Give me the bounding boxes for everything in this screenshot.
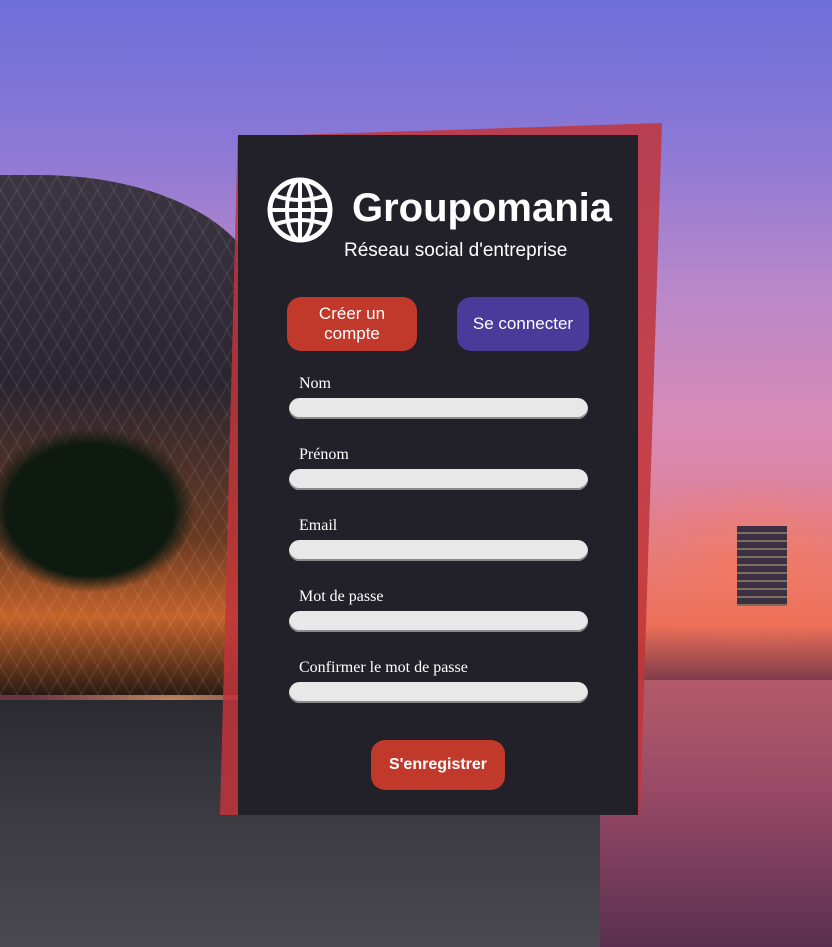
globe-icon xyxy=(267,177,333,243)
password-label: Mot de passe xyxy=(299,588,384,605)
confirm-password-input[interactable] xyxy=(289,682,588,703)
create-account-tab[interactable]: Créer un compte xyxy=(287,297,417,351)
confirm-password-label: Confirmer le mot de passe xyxy=(299,659,468,676)
email-label: Email xyxy=(299,517,338,534)
brand-header: Groupomania xyxy=(266,176,626,246)
background-tower xyxy=(737,526,787,606)
background-trees xyxy=(0,390,250,660)
nom-label: Nom xyxy=(299,375,331,392)
nom-input[interactable] xyxy=(289,398,588,419)
prenom-label: Prénom xyxy=(299,446,349,463)
email-input[interactable] xyxy=(289,540,588,561)
password-input[interactable] xyxy=(289,611,588,632)
app-subtitle: Réseau social d'entreprise xyxy=(344,240,568,261)
prenom-input[interactable] xyxy=(289,469,588,490)
login-tab[interactable]: Se connecter xyxy=(457,297,589,351)
register-button[interactable]: S'enregistrer xyxy=(371,740,505,790)
app-title: Groupomania xyxy=(352,186,613,230)
